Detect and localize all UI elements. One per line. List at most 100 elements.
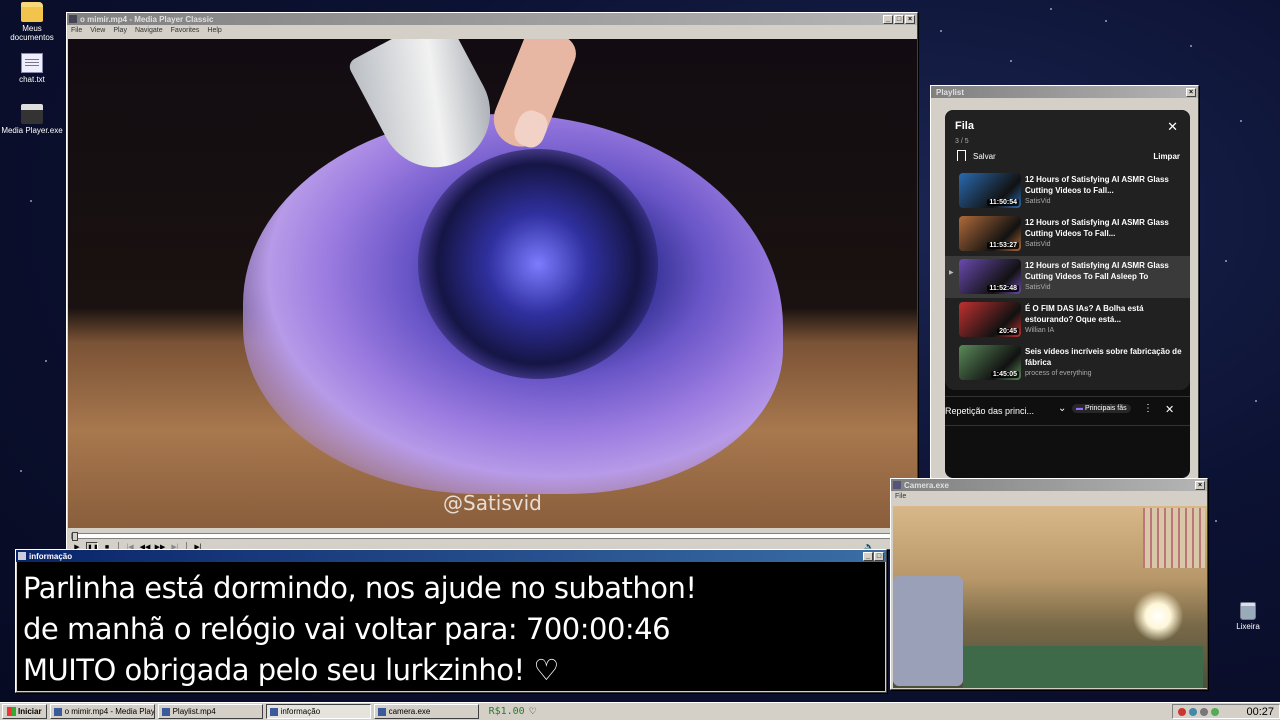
video-title: Seis vídeos incríveis sobre fabricação d…	[1025, 347, 1182, 367]
seek-bar[interactable]	[71, 532, 891, 541]
taskbar-task[interactable]: camera.exe	[373, 704, 479, 719]
close-button[interactable]: ×	[905, 14, 915, 24]
menu-file[interactable]: File	[895, 493, 906, 500]
tray-alert-icon[interactable]	[1178, 707, 1186, 716]
seek-thumb[interactable]	[72, 532, 78, 541]
task-label: informação	[280, 707, 321, 716]
taskbar-task[interactable]: Playlist.mp4	[157, 704, 263, 719]
info-window[interactable]: informação _ □ Parlinha está dormindo, n…	[15, 549, 887, 693]
info-line: de manhã o relógio vai voltar para: 700:…	[23, 612, 671, 646]
close-button[interactable]: ×	[1186, 87, 1196, 97]
channel-name: process of everything	[1025, 370, 1092, 377]
youtube-queue-panel: Fila 3 / 5 ✕ Salvar Limpar 11:50:54 12 Ho…	[945, 110, 1190, 478]
queue-list: Fila 3 / 5 ✕ Salvar Limpar 11:50:54 12 Ho…	[945, 110, 1190, 390]
info-title: informação	[29, 551, 73, 561]
system-tray: 00:27	[1172, 704, 1280, 719]
desktop-icon-chat-txt[interactable]: chat.txt	[0, 53, 64, 84]
minimize-button[interactable]: _	[863, 551, 873, 561]
camera-menubar: File	[891, 491, 1207, 501]
chevron-down-icon[interactable]: ⌄	[1058, 403, 1066, 414]
menu-help[interactable]: Help	[207, 27, 221, 34]
taskbar-task[interactable]: o mimir.mp4 - Media Playe...	[49, 704, 155, 719]
desktop-icon-recycle-bin[interactable]: Lixeira	[1216, 602, 1280, 631]
balance-display: R$1.00	[488, 706, 525, 717]
desktop-icon-label: Lixeira	[1236, 622, 1260, 631]
camera-titlebar[interactable]: Camera.exe ×	[891, 479, 1207, 491]
video-thumbnail[interactable]: 20:45	[959, 302, 1021, 337]
tray-status-icon[interactable]	[1211, 707, 1219, 716]
menu-file[interactable]: File	[71, 27, 82, 34]
channel-name: Willian IA	[1025, 327, 1055, 334]
desktop-icon-label: chat.txt	[19, 75, 45, 84]
channel-name: SatisVid	[1025, 241, 1051, 248]
task-app-icon	[377, 707, 386, 716]
camera-floor	[963, 646, 1203, 688]
maximize-button[interactable]: □	[894, 14, 904, 24]
maximize-button[interactable]: □	[874, 551, 884, 561]
video-thumbnail[interactable]: 11:52:48	[959, 259, 1021, 294]
heart-icon: ♡	[528, 706, 537, 716]
taskbar-clock: 00:27	[1246, 705, 1274, 718]
camera-room-window	[1143, 508, 1205, 568]
desktop-icon-my-documents[interactable]: Meus documentos	[0, 2, 64, 42]
menu-play[interactable]: Play	[113, 27, 127, 34]
minimize-button[interactable]: _	[883, 14, 893, 24]
camera-app-icon	[893, 481, 901, 489]
queue-count: 3 / 5	[955, 138, 969, 145]
media-player-titlebar[interactable]: o mimir.mp4 - Media Player Classic _ □ ×	[67, 13, 917, 25]
more-options-icon[interactable]: ⋮	[1143, 403, 1153, 414]
desktop-icon-label: Meus documentos	[10, 24, 54, 42]
playlist-titlebar[interactable]: Playlist ×	[931, 86, 1198, 98]
queue-item[interactable]: 1:45:05 Seis vídeos incríveis sobre fabri…	[945, 342, 1190, 384]
video-thumbnail[interactable]: 1:45:05	[959, 345, 1021, 380]
task-app-icon	[53, 707, 62, 716]
playlist-window[interactable]: Playlist × Fila 3 / 5 ✕ Salvar Limpar 11…	[930, 85, 1199, 480]
top-fans-label: Principais fãs	[1084, 405, 1127, 412]
video-thumbnail[interactable]: 11:50:54	[959, 173, 1021, 208]
folder-icon	[21, 2, 43, 22]
video-thumbnail[interactable]: 11:53:27	[959, 216, 1021, 251]
info-titlebar[interactable]: informação _ □	[16, 550, 886, 562]
camera-couch	[893, 576, 963, 686]
menu-navigate[interactable]: Navigate	[135, 27, 163, 34]
recycle-bin-icon	[1240, 602, 1256, 620]
queue-item-meta: Seis vídeos incríveis sobre fabricação d…	[1025, 346, 1185, 377]
video-duration: 11:53:27	[987, 242, 1019, 249]
queue-item[interactable]: 11:50:54 12 Hours of Satisfying AI ASMR G…	[945, 170, 1190, 212]
media-player-title: o mimir.mp4 - Media Player Classic	[80, 14, 214, 24]
start-label: Iniciar	[18, 707, 42, 716]
loop-selector[interactable]: Repetição das princi...	[945, 406, 1034, 416]
queue-item[interactable]: ▶ 11:52:48 12 Hours of Satisfying AI ASMR …	[945, 256, 1190, 298]
queue-item-meta: É O FIM DAS IAs? A Bolha está estourando…	[1025, 303, 1185, 334]
video-title: 12 Hours of Satisfying AI ASMR Glass Cut…	[1025, 175, 1169, 195]
menu-favorites[interactable]: Favorites	[171, 27, 200, 34]
queue-item[interactable]: 20:45 É O FIM DAS IAs? A Bolha está estou…	[945, 299, 1190, 341]
tray-volume-icon[interactable]	[1200, 707, 1208, 716]
queue-save-button[interactable]: Salvar	[973, 152, 996, 161]
queue-item[interactable]: 11:53:27 12 Hours of Satisfying AI ASMR G…	[945, 213, 1190, 255]
close-button[interactable]: ×	[1195, 480, 1205, 490]
menu-view[interactable]: View	[90, 27, 105, 34]
video-duration: 1:45:05	[990, 371, 1019, 378]
now-playing-icon: ▶	[949, 270, 954, 276]
video-duration: 11:52:48	[987, 285, 1019, 292]
taskbar-task[interactable]: informação	[265, 704, 371, 719]
camera-window[interactable]: Camera.exe × File	[890, 478, 1208, 690]
info-app-icon	[18, 552, 26, 560]
video-watermark: @Satisvid	[443, 491, 542, 515]
clapperboard-icon	[21, 104, 43, 124]
queue-clear-button[interactable]: Limpar	[1153, 152, 1180, 161]
close-icon[interactable]: ✕	[1165, 403, 1174, 416]
info-message: Parlinha está dormindo, nos ajude no sub…	[17, 562, 885, 691]
media-player-window[interactable]: o mimir.mp4 - Media Player Classic _ □ ×…	[66, 12, 918, 553]
video-frame[interactable]: @Satisvid	[68, 39, 917, 528]
top-fans-chip[interactable]: ▬ Principais fãs	[1072, 404, 1131, 413]
start-button[interactable]: Iniciar	[2, 704, 47, 719]
desktop-icon-media-player[interactable]: Media Player.exe	[0, 104, 64, 135]
close-icon[interactable]: ✕	[1167, 119, 1178, 135]
bookmark-icon[interactable]	[957, 150, 966, 161]
task-app-icon	[269, 707, 278, 716]
channel-name: SatisVid	[1025, 198, 1051, 205]
queue-item-meta: 12 Hours of Satisfying AI ASMR Glass Cut…	[1025, 260, 1185, 291]
tray-network-icon[interactable]	[1189, 707, 1197, 716]
